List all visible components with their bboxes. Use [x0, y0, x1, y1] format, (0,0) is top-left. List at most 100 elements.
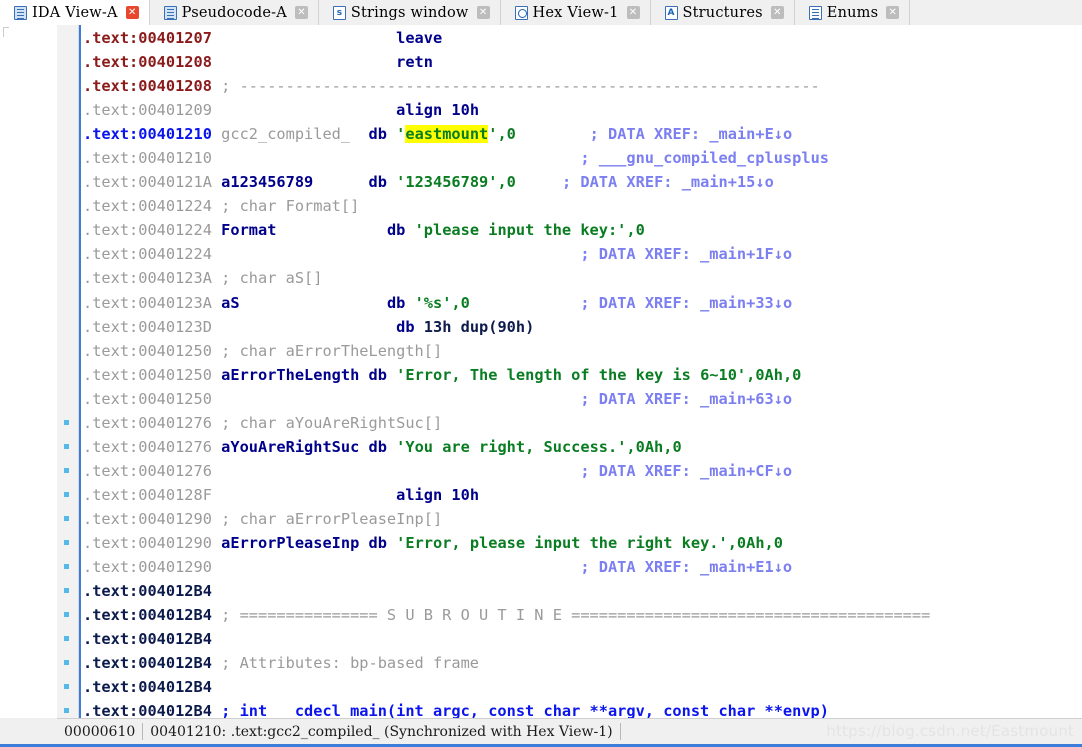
listing-line[interactable]: .text:00401208 retn: [83, 50, 930, 74]
status-location: 00401210: .text:gcc2_compiled_ (Synchron…: [150, 723, 613, 740]
mnemonic: db: [368, 365, 397, 384]
string-literal: 'Error, The length of the key is 6~10',0…: [396, 365, 802, 384]
line-address: .text:00401290: [83, 558, 212, 577]
line-address: .text:0040128F: [83, 485, 212, 504]
tab-enums[interactable]: Enums ✕: [794, 0, 911, 25]
listing-line[interactable]: .text:00401210 ; ___gnu_compiled_cpluspl…: [83, 146, 930, 170]
mnemonic: db: [368, 533, 397, 552]
line-address: .text:00401210: [83, 149, 212, 168]
close-icon[interactable]: ✕: [476, 6, 490, 19]
breakpoint-marker[interactable]: [64, 588, 69, 594]
pane-resize-nub[interactable]: [3, 27, 9, 37]
line-address: .text:004012B4: [83, 678, 212, 697]
listing-line[interactable]: .text:0040123D db 13h dup(90h): [83, 315, 930, 339]
listing-line[interactable]: .text:00401210 gcc2_compiled_ db 'eastmo…: [83, 122, 930, 146]
breakpoint-marker[interactable]: [64, 684, 69, 690]
line-token: [516, 173, 562, 191]
breakpoint-marker[interactable]: [64, 612, 69, 618]
status-file-offset: 00000610: [64, 723, 136, 740]
listing-line[interactable]: .text:00401209 align 10h: [83, 98, 930, 122]
listing-line[interactable]: .text:00401224 ; DATA XREF: _main+1F↓o: [83, 242, 930, 266]
line-address: .text:00401209: [83, 101, 212, 120]
close-icon[interactable]: ✕: [125, 6, 139, 19]
breakpoint-marker[interactable]: [64, 443, 69, 449]
mnemonic: db: [368, 173, 397, 192]
line-token: gcc2_compiled_: [221, 125, 351, 144]
breakpoint-marker[interactable]: [64, 491, 69, 497]
line-token: ; Attributes: bp-based frame: [211, 654, 480, 673]
listing-line[interactable]: .text:00401290 ; DATA XREF: _main+E1↓o: [83, 555, 930, 579]
tab-strings-window[interactable]: s Strings window ✕: [318, 0, 501, 25]
listing-line[interactable]: .text:0040121A a123456789 db '123456789'…: [83, 170, 930, 194]
mnemonic: db: [368, 437, 397, 456]
line-token: [212, 53, 396, 71]
status-bar-wrap: 00000610 00401210: .text:gcc2_compiled_ …: [0, 718, 1082, 747]
breakpoint-marker[interactable]: [64, 660, 69, 666]
listing-line[interactable]: .text:0040123A ; char aS[]: [83, 266, 930, 290]
listing-line[interactable]: .text:004012B4 ; Attributes: bp-based fr…: [83, 651, 930, 675]
breakpoint-marker[interactable]: [64, 419, 69, 425]
disassembly-listing[interactable]: .text:00401207 leave .text:00401208 retn.…: [79, 25, 1082, 718]
listing-line[interactable]: .text:00401224 ; char Format[]: [83, 194, 930, 218]
status-divider-end: [619, 723, 621, 740]
listing-line[interactable]: .text:004012B4: [83, 675, 930, 699]
tab-hex-view-1[interactable]: Hex View-1 ✕: [500, 0, 651, 25]
blog-watermark: https://blog.csdn.net/Eastmount: [826, 722, 1074, 740]
tab-structures[interactable]: A Structures ✕: [650, 0, 795, 25]
mnemonic: retn: [396, 53, 433, 72]
close-icon[interactable]: ✕: [294, 6, 308, 19]
line-address: .text:004012B4: [83, 702, 212, 718]
listing-line[interactable]: .text:0040123A aS db '%s',0 ; DATA XREF:…: [83, 291, 930, 315]
line-address: .text:00401208: [83, 77, 212, 96]
listing-line[interactable]: .text:00401276 ; char aYouAreRightSuc[]: [83, 411, 930, 435]
listing-line[interactable]: .text:00401250 ; DATA XREF: _main+63↓o: [83, 387, 930, 411]
line-address: .text:00401276: [83, 461, 212, 480]
symbol-name: a123456789: [221, 173, 314, 192]
listing-line[interactable]: .text:00401224 Format db 'please input t…: [83, 218, 930, 242]
line-address: .text:00401224: [83, 221, 212, 240]
listing-line[interactable]: .text:004012B4 ; =============== S U B R…: [83, 603, 930, 627]
breakpoint-marker[interactable]: [64, 540, 69, 546]
line-address: .text:004012B4: [83, 582, 212, 601]
listing-line[interactable]: .text:00401290 aErrorPleaseInp db 'Error…: [83, 531, 930, 555]
listing-line[interactable]: .text:00401276 aYouAreRightSuc db 'You a…: [83, 435, 930, 459]
mnemonic: db: [396, 317, 424, 336]
listing-line[interactable]: .text:004012B4 ; int __cdecl main(int ar…: [83, 699, 930, 718]
line-address: .text:00401207: [83, 29, 212, 47]
breakpoint-gutter[interactable]: [57, 25, 79, 718]
listing-line[interactable]: .text:00401207 leave: [83, 26, 930, 50]
line-token: [212, 318, 396, 336]
line-token: ; --------------------------------------…: [211, 77, 820, 96]
close-icon[interactable]: ✕: [626, 6, 640, 19]
breakpoint-marker[interactable]: [64, 636, 69, 642]
line-address: .text:00401250: [83, 365, 212, 384]
listing-line[interactable]: .text:00401250 ; char aErrorTheLength[]: [83, 339, 930, 363]
string-literal: '123456789',0: [396, 173, 516, 192]
tab-label: Hex View-1: [532, 4, 619, 21]
breakpoint-marker[interactable]: [64, 516, 69, 521]
line-address: .text:00401210: [83, 125, 212, 144]
line-address: .text:004012B4: [83, 654, 212, 673]
close-icon[interactable]: ✕: [886, 6, 900, 19]
breakpoint-marker[interactable]: [64, 467, 69, 473]
tab-pseudocode-a[interactable]: Pseudocode-A ✕: [149, 0, 319, 25]
line-token: [212, 462, 580, 480]
line-token: [212, 534, 221, 552]
mnemonic: align 10h: [396, 485, 480, 504]
breakpoint-marker[interactable]: [64, 708, 69, 714]
listing-line[interactable]: .text:00401276 ; DATA XREF: _main+CF↓o: [83, 459, 930, 483]
listing-line[interactable]: .text:004012B4: [83, 627, 930, 651]
tab-ida-view-a[interactable]: IDA View-A ✕: [0, 0, 150, 25]
strings-icon: s: [332, 5, 346, 20]
structures-icon: A: [664, 5, 678, 20]
listing-line[interactable]: .text:00401290 ; char aErrorPleaseInp[]: [83, 507, 930, 531]
mnemonic: db: [386, 293, 415, 312]
close-icon[interactable]: ✕: [770, 6, 784, 19]
listing-line[interactable]: .text:00401208 ; -----------------------…: [83, 74, 930, 98]
listing-line[interactable]: .text:00401250 aErrorTheLength db 'Error…: [83, 363, 930, 387]
line-token: ; char aYouAreRightSuc[]: [211, 413, 443, 432]
listing-line[interactable]: .text:004012B4: [83, 579, 930, 603]
line-token: [359, 438, 368, 456]
breakpoint-marker[interactable]: [64, 564, 69, 570]
listing-line[interactable]: .text:0040128F align 10h: [83, 483, 930, 507]
